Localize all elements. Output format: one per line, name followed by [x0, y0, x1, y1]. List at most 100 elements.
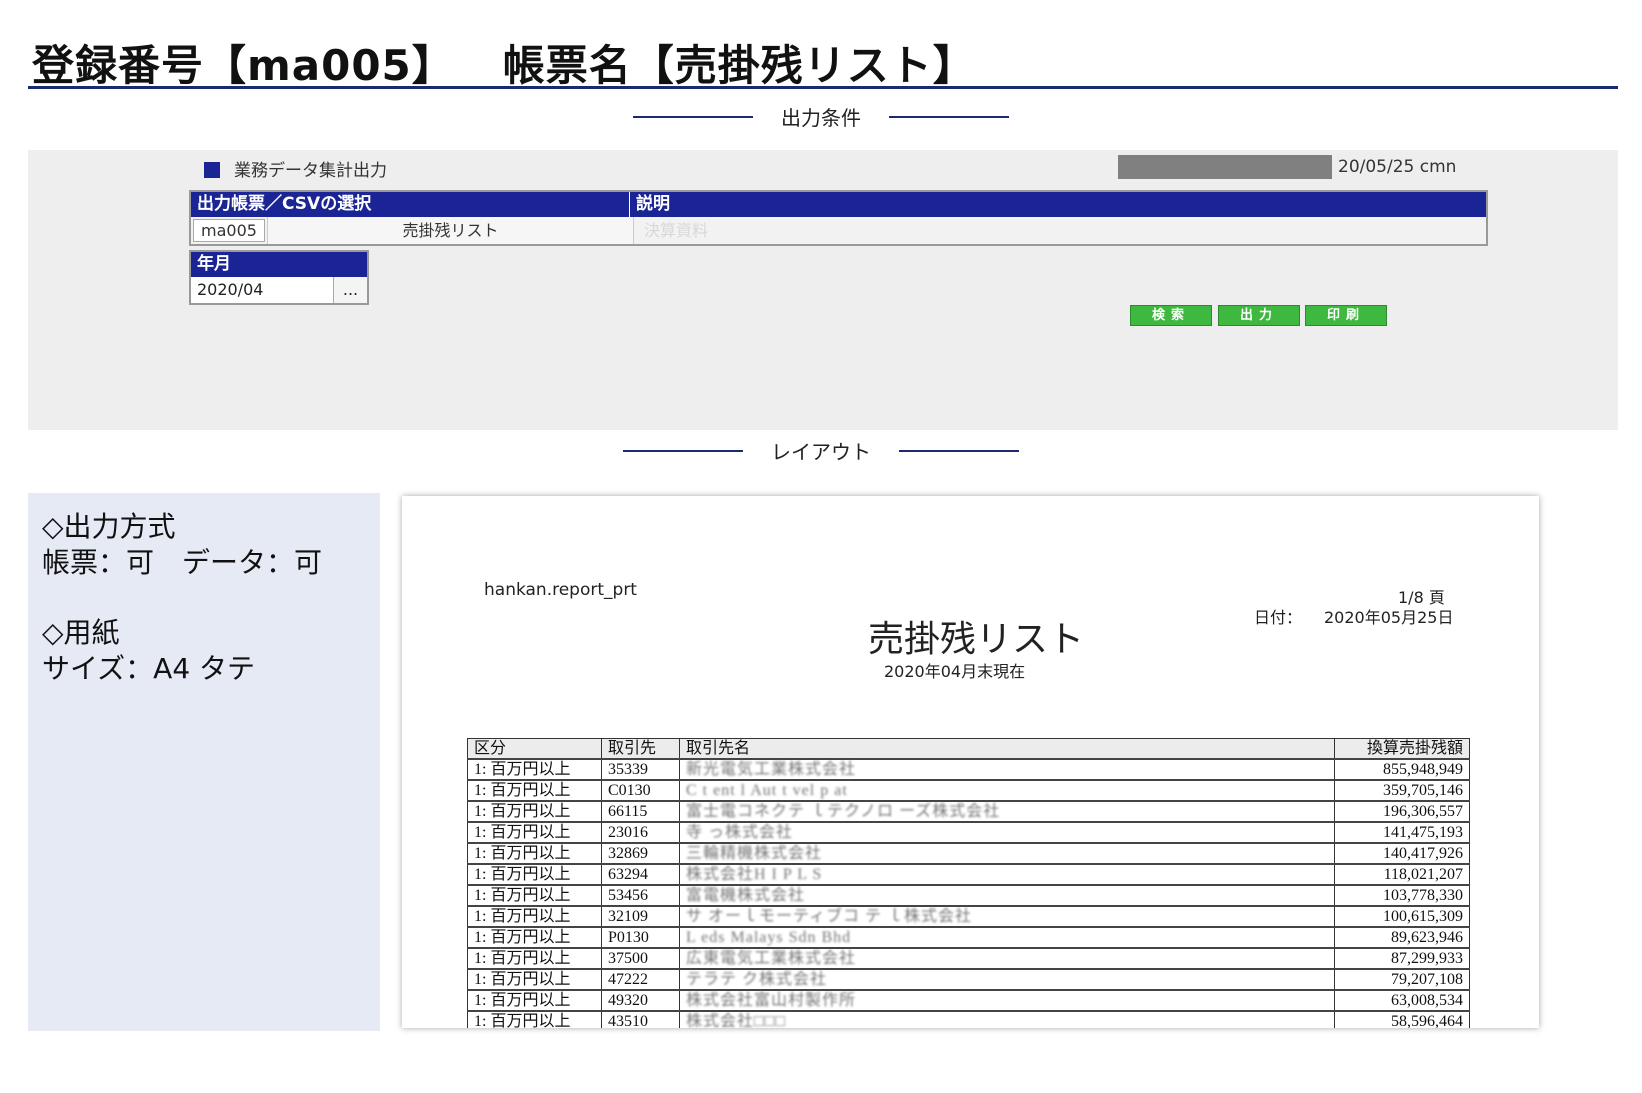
table-row: 1: 百万円以上 66115 富士電コネクテ ｌテクノロ ーズ株式会社 196,306…	[467, 800, 1470, 823]
report-title: 売掛残リスト	[868, 619, 1085, 660]
balance-cell: 855,948,949	[1334, 758, 1470, 781]
balance-cell: 100,615,309	[1334, 905, 1470, 928]
table-row: 1: 百万円以上 37500 広東電気工業株式会社 87,299,933	[467, 947, 1470, 970]
report-name-cell[interactable]: 売掛残リスト	[267, 217, 633, 244]
table-row: 1: 百万円以上 47222 テラテ ク株式会社 79,207,108	[467, 968, 1470, 991]
table-row: 1: 百万円以上 53456 富電機株式会社 103,778,330	[467, 884, 1470, 907]
caption-line-right	[899, 449, 1019, 452]
category-cell: 1: 百万円以上	[467, 863, 602, 886]
date-label: 日付：	[1254, 608, 1303, 627]
category-cell: 1: 百万円以上	[467, 821, 602, 844]
page-title: 登録番号【ma005】 帳票名【売掛残リスト】	[32, 32, 1024, 93]
client-name-cell: テラテ ク株式会社	[679, 968, 1335, 991]
paper-title: ◇用紙	[42, 616, 120, 649]
table-row: 1: 百万円以上 43510 株式会社□□□ 58,596,464	[467, 1010, 1470, 1028]
column-client-name: 取引先名	[679, 738, 1335, 760]
client-code-cell: 49320	[601, 989, 680, 1012]
report-table-header: 出力帳票／CSVの選択 説明	[191, 192, 1486, 217]
period-box: 年月 2020/04 ...	[189, 250, 369, 305]
table-row: 1: 百万円以上 C0130 C t ent l Aut t vel p at 359…	[467, 779, 1470, 802]
category-cell: 1: 百万円以上	[467, 884, 602, 907]
report-selection-table: 出力帳票／CSVの選択 説明 ma005 売掛残リスト 決算資料	[189, 190, 1488, 246]
client-code-cell: 47222	[601, 968, 680, 991]
balance-cell: 89,623,946	[1334, 926, 1470, 949]
balance-cell: 196,306,557	[1334, 800, 1470, 823]
client-code-cell: C0130	[601, 779, 680, 802]
screen-title: 業務データ集計出力	[204, 156, 387, 181]
report-subtitle: 2020年04月末現在	[884, 662, 1026, 681]
balance-cell: 141,475,193	[1334, 821, 1470, 844]
print-button[interactable]: 印刷	[1305, 305, 1387, 326]
screen-title-text: 業務データ集計出力	[234, 161, 387, 181]
client-code-cell: 66115	[601, 800, 680, 823]
table-row: 1: 百万円以上 63294 株式会社H I P L S 118,021,207	[467, 863, 1470, 886]
client-name-cell: 寺 っ株式会社	[679, 821, 1335, 844]
report-description: 決算資料	[633, 217, 1486, 244]
report-row[interactable]: ma005 売掛残リスト 決算資料	[191, 217, 1486, 244]
output-method-value: 帳票：可 データ：可	[42, 546, 323, 579]
balance-cell: 140,417,926	[1334, 842, 1470, 865]
caption-line-left	[633, 115, 753, 118]
balance-cell: 103,778,330	[1334, 884, 1470, 907]
balance-cell: 359,705,146	[1334, 779, 1470, 802]
square-bullet-icon	[204, 162, 220, 178]
category-cell: 1: 百万円以上	[467, 926, 602, 949]
client-code-cell: 37500	[601, 947, 680, 970]
client-code-cell: 43510	[601, 1010, 680, 1028]
client-code-cell: 63294	[601, 863, 680, 886]
table-row: 1: 百万円以上 P0130 L eds Malays Sdn Bhd 89,623,…	[467, 926, 1470, 949]
client-code-cell: 53456	[601, 884, 680, 907]
client-name-cell: L eds Malays Sdn Bhd	[679, 926, 1335, 949]
balance-cell: 87,299,933	[1334, 947, 1470, 970]
table-row: 1: 百万円以上 32109 サ オーｌモーティブコ テ ｌ株式会社 100,615,…	[467, 905, 1470, 928]
period-picker-button[interactable]: ...	[333, 277, 367, 303]
info-panel: ◇出力方式 帳票：可 データ：可 ◇用紙 サイズ：A4 タテ	[28, 493, 380, 1031]
category-cell: 1: 百万円以上	[467, 1010, 602, 1028]
client-name-cell: 広東電気工業株式会社	[679, 947, 1335, 970]
balance-cell: 63,008,534	[1334, 989, 1470, 1012]
client-name-cell: C t ent l Aut t vel p at	[679, 779, 1335, 802]
conditions-caption: 出力条件	[0, 102, 1642, 132]
category-cell: 1: 百万円以上	[467, 800, 602, 823]
description-header: 説明	[629, 192, 1486, 217]
layout-caption-text: レイアウト	[771, 440, 871, 464]
category-cell: 1: 百万円以上	[467, 779, 602, 802]
conditions-caption-text: 出力条件	[781, 106, 861, 130]
client-name-cell: 富電機株式会社	[679, 884, 1335, 907]
client-name-cell: 株式会社H I P L S	[679, 863, 1335, 886]
output-method-title: ◇出力方式	[42, 510, 176, 543]
balance-cell: 118,021,207	[1334, 863, 1470, 886]
client-code-cell: 35339	[601, 758, 680, 781]
column-balance: 換算売掛残額	[1334, 738, 1470, 760]
table-row: 1: 百万円以上 35339 新光電気工業株式会社 855,948,949	[467, 758, 1470, 781]
client-code-cell: 32869	[601, 842, 680, 865]
column-client-code: 取引先	[601, 738, 680, 760]
user-info: 20/05/25 cmn	[1338, 157, 1457, 177]
table-row: 1: 百万円以上 23016 寺 っ株式会社 141,475,193	[467, 821, 1470, 844]
balance-cell: 79,207,108	[1334, 968, 1470, 991]
balance-cell: 58,596,464	[1334, 1010, 1470, 1028]
client-code-cell: 23016	[601, 821, 680, 844]
report-name: 帳票名【売掛残リスト】	[502, 41, 976, 90]
category-cell: 1: 百万円以上	[467, 842, 602, 865]
period-input[interactable]: 2020/04	[191, 277, 333, 303]
category-cell: 1: 百万円以上	[467, 947, 602, 970]
conditions-panel: 業務データ集計出力 20/05/25 cmn 出力帳票／CSVの選択 説明 ma…	[28, 150, 1618, 430]
layout-caption: レイアウト	[0, 436, 1642, 466]
category-cell: 1: 百万円以上	[467, 989, 602, 1012]
output-button[interactable]: 出力	[1218, 305, 1300, 326]
table-row: 1: 百万円以上 49320 株式会社富山村製作所 63,008,534	[467, 989, 1470, 1012]
client-name-cell: 富士電コネクテ ｌテクノロ ーズ株式会社	[679, 800, 1335, 823]
report-code[interactable]: ma005	[193, 219, 265, 242]
column-category: 区分	[467, 738, 602, 760]
client-name-cell: 新光電気工業株式会社	[679, 758, 1335, 781]
caption-line-left	[623, 449, 743, 452]
program-name: hankan.report_prt	[484, 580, 637, 600]
search-button[interactable]: 検索	[1130, 305, 1212, 326]
table-header-row: 区分 取引先 取引先名 換算売掛残額	[467, 738, 1470, 760]
registration-number: 登録番号【ma005】	[32, 41, 455, 90]
caption-line-right	[889, 115, 1009, 118]
category-cell: 1: 百万円以上	[467, 905, 602, 928]
client-name-cell: 株式会社富山村製作所	[679, 989, 1335, 1012]
user-name-masked	[1118, 155, 1332, 179]
